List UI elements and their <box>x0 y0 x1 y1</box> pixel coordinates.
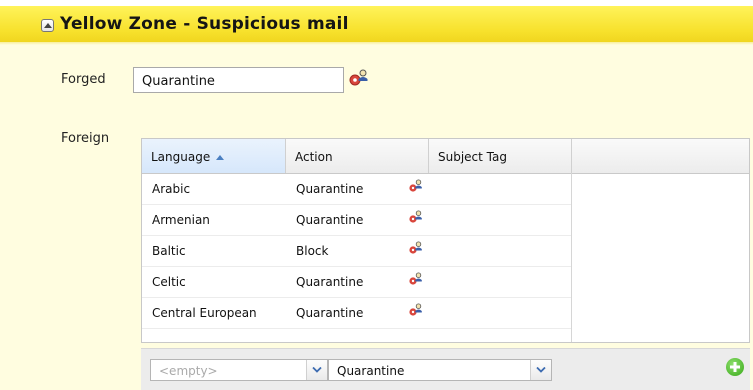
add-icon[interactable] <box>726 358 744 376</box>
table-row[interactable]: Central European Quarantine <box>142 297 571 329</box>
cell-language: Armenian <box>152 213 210 227</box>
cell-language: Central European <box>152 306 257 320</box>
row-settings-gear-icon[interactable] <box>408 241 422 258</box>
header-shadow <box>0 42 753 45</box>
grid-column-divider <box>571 173 572 342</box>
row-settings-gear-icon[interactable] <box>408 303 422 320</box>
chevron-down-icon[interactable] <box>306 360 327 380</box>
row-settings-gear-icon[interactable] <box>408 210 422 227</box>
language-combo[interactable]: <empty> <box>150 359 328 381</box>
forged-action-value: Quarantine <box>142 74 215 89</box>
grid-header: Language Action Subject Tag <box>142 139 749 174</box>
table-row[interactable]: Arabic Quarantine <box>142 173 571 205</box>
row-settings-gear-icon[interactable] <box>408 179 422 196</box>
table-row[interactable]: Armenian Quarantine <box>142 204 571 236</box>
cell-action: Quarantine <box>296 306 364 320</box>
panel-header: Yellow Zone - Suspicious mail <box>0 0 753 42</box>
forged-label: Forged <box>61 72 106 87</box>
foreign-language-grid: Language Action Subject Tag Arabic Quara… <box>141 138 750 343</box>
column-header-action[interactable]: Action <box>286 139 429 173</box>
collapse-icon[interactable] <box>41 19 54 32</box>
cell-language: Baltic <box>152 244 186 258</box>
language-combo-placeholder: <empty> <box>159 364 218 378</box>
action-combo[interactable]: Quarantine <box>328 359 552 381</box>
cell-action: Quarantine <box>296 275 364 289</box>
panel-title: Yellow Zone - Suspicious mail <box>60 14 349 34</box>
row-settings-gear-icon[interactable] <box>408 272 422 289</box>
cell-action: Block <box>296 244 329 258</box>
chevron-down-icon[interactable] <box>530 360 551 380</box>
column-header-language[interactable]: Language <box>142 139 286 173</box>
foreign-label: Foreign <box>61 131 110 146</box>
table-row[interactable]: Baltic Block <box>142 235 571 267</box>
action-combo-value: Quarantine <box>337 364 405 378</box>
cell-action: Quarantine <box>296 182 364 196</box>
forged-action-field[interactable]: Quarantine <box>133 67 344 93</box>
cell-language: Arabic <box>152 182 191 196</box>
column-header-subject-tag[interactable]: Subject Tag <box>429 139 572 173</box>
cell-language: Celtic <box>152 275 186 289</box>
table-row[interactable]: Celtic Quarantine <box>142 266 571 298</box>
sort-ascending-icon <box>216 155 225 160</box>
forged-settings-gear-icon[interactable] <box>348 69 368 90</box>
cell-action: Quarantine <box>296 213 364 227</box>
